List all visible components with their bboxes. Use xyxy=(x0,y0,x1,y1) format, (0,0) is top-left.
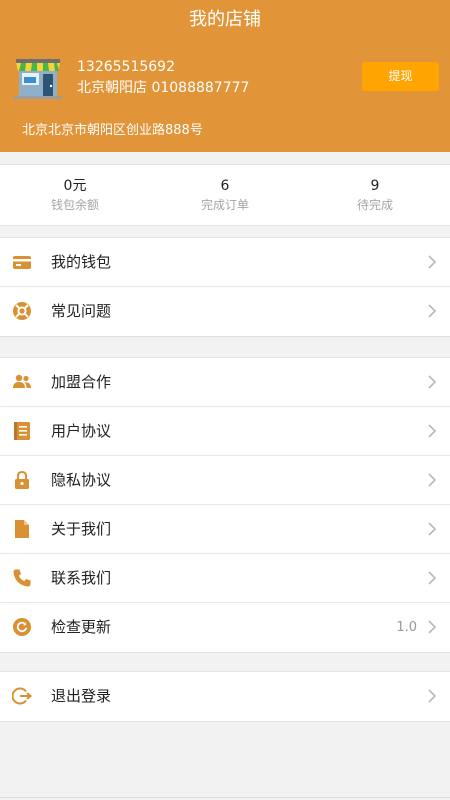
stat-wallet-balance[interactable]: 0元 钱包余额 xyxy=(0,177,150,214)
menu-group-logout: 退出登录 xyxy=(0,671,450,722)
bottom-divider xyxy=(0,797,450,798)
chevron-right-icon xyxy=(428,255,437,269)
stats-panel: 0元 钱包余额 6 完成订单 9 待完成 xyxy=(0,164,450,226)
file-icon xyxy=(15,520,29,538)
store-address: 北京北京市朝阳区创业路888号 xyxy=(22,123,203,138)
chevron-right-icon xyxy=(428,375,437,389)
menu-item-about-us[interactable]: 关于我们 xyxy=(0,505,450,554)
document-icon xyxy=(14,422,30,440)
refresh-icon xyxy=(13,618,31,636)
store-avatar-icon xyxy=(14,59,62,99)
page-title: 我的店铺 xyxy=(189,9,261,30)
chevron-right-icon xyxy=(428,620,437,634)
menu-item-privacy-policy[interactable]: 隐私协议 xyxy=(0,456,450,505)
menu-item-label: 联系我们 xyxy=(51,569,112,587)
stat-label: 完成订单 xyxy=(200,198,249,212)
menu-item-franchise[interactable]: 加盟合作 xyxy=(0,358,450,407)
menu-item-label: 用户协议 xyxy=(51,422,112,440)
menu-item-label: 加盟合作 xyxy=(51,373,112,391)
menu-item-wallet[interactable]: 我的钱包 xyxy=(0,238,450,287)
menu-group-account: 我的钱包 常见问题 xyxy=(0,237,450,337)
chevron-right-icon xyxy=(428,304,437,318)
menu-item-label: 常见问题 xyxy=(51,302,112,320)
stat-label: 待完成 xyxy=(356,198,393,212)
menu-group-info: 加盟合作 用户协议 隐私协议 关于我们 联系我们 检查更新 1.0 xyxy=(0,357,450,653)
chevron-right-icon xyxy=(428,522,437,536)
menu-item-check-update[interactable]: 检查更新 1.0 xyxy=(0,603,450,652)
chevron-right-icon xyxy=(428,424,437,438)
store-phone: 01088887777 xyxy=(151,80,250,96)
chevron-right-icon xyxy=(428,571,437,585)
menu-item-faq[interactable]: 常见问题 xyxy=(0,287,450,336)
shop-phone: 13265515692 xyxy=(77,59,175,75)
store-name: 北京朝阳店 xyxy=(77,80,147,96)
app-version: 1.0 xyxy=(396,620,417,635)
stat-label: 钱包余额 xyxy=(50,198,99,212)
menu-item-label: 退出登录 xyxy=(51,687,112,705)
chevron-right-icon xyxy=(428,473,437,487)
menu-item-contact-us[interactable]: 联系我们 xyxy=(0,554,450,603)
menu-item-label: 检查更新 xyxy=(51,618,112,636)
phone-icon xyxy=(13,569,31,587)
lock-icon xyxy=(15,470,29,489)
withdraw-button[interactable]: 提现 xyxy=(362,62,439,91)
stat-completed-orders[interactable]: 6 完成订单 xyxy=(150,177,300,214)
users-icon xyxy=(13,374,31,388)
app-header: 我的店铺 13265515692 北京朝阳店 01088887777 提现 北京… xyxy=(0,0,450,152)
wallet-icon xyxy=(13,256,31,269)
menu-item-logout[interactable]: 退出登录 xyxy=(0,672,450,721)
stat-value: 6 xyxy=(220,178,230,194)
menu-item-label: 隐私协议 xyxy=(51,471,112,489)
chevron-right-icon xyxy=(428,689,437,703)
help-icon xyxy=(13,302,31,320)
menu-item-label: 关于我们 xyxy=(51,520,112,538)
stat-value: 9 xyxy=(370,178,380,194)
menu-item-user-agreement[interactable]: 用户协议 xyxy=(0,407,450,456)
menu-item-label: 我的钱包 xyxy=(51,253,112,271)
logout-icon xyxy=(12,687,32,705)
stat-pending[interactable]: 9 待完成 xyxy=(300,177,450,214)
store-info: 北京朝阳店 01088887777 xyxy=(77,79,249,97)
stat-value: 0元 xyxy=(63,178,87,194)
